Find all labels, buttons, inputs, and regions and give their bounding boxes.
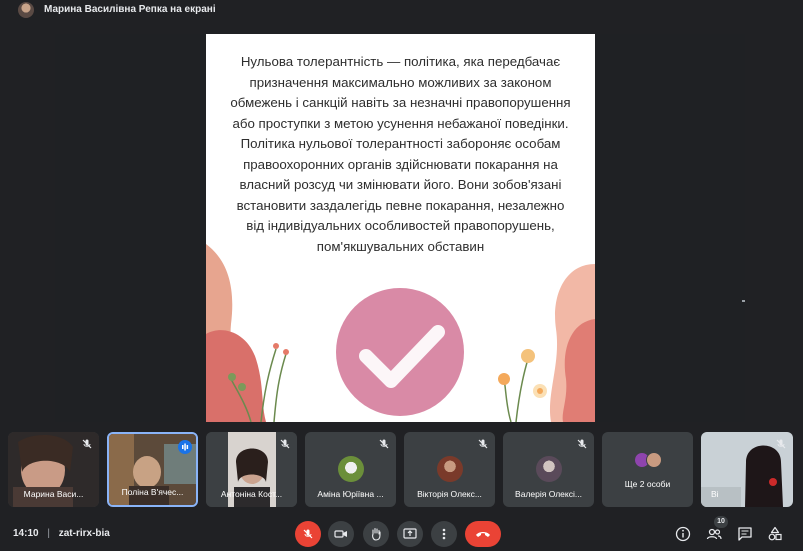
presenter-avatar [18,2,34,18]
participant-tile[interactable]: Марина Васи... [8,432,99,507]
camera-toggle-button[interactable] [328,521,354,547]
participant-avatar [646,452,662,468]
participant-name: Вікторія Олекс... [417,489,482,499]
participant-name: Аміна Юріївна ... [317,489,384,499]
mic-off-icon [577,439,587,449]
mic-off-icon [379,439,389,449]
hang-up-icon [476,532,490,537]
participant-name: Антоніна Кост... [220,489,283,499]
mic-off-icon [303,529,313,539]
more-participants-label: Ще 2 особи [624,479,671,489]
meeting-info: 14:10 | zat-rirx-bia [13,528,110,539]
people-icon[interactable] [706,526,722,542]
participant-name: Марина Васи... [23,489,84,499]
more-options-button[interactable] [431,521,457,547]
more-vert-icon [442,528,446,540]
mic-off-icon [776,439,786,449]
mic-off-icon [280,439,290,449]
mic-off-icon [82,439,92,449]
participant-name: Поліна В'ячес... [121,487,184,497]
slide-decoration [206,244,595,422]
more-participants-tile[interactable]: Ще 2 особи [602,432,693,507]
participant-tile[interactable]: Валерія Олексі... [503,432,594,507]
activities-icon[interactable] [767,526,783,542]
presentation-slide: Нульова толерантність — політика, яка пе… [206,34,595,422]
camera-icon [334,530,347,538]
separator: | [47,528,50,539]
participant-name: Валерія Олексі... [515,489,582,499]
participant-tile[interactable]: Аміна Юріївна ... [305,432,396,507]
participant-name: Ві [711,489,719,499]
participant-tile[interactable]: Вікторія Олекс... [404,432,495,507]
participant-count-badge: 10 [714,516,728,528]
present-icon [403,528,417,539]
raise-hand-button[interactable] [363,521,389,547]
top-bar: Марина Василівна Репка на екрані [0,0,803,22]
participant-avatar [536,456,562,482]
participant-tile[interactable]: Антоніна Кост... [206,432,297,507]
hand-icon [372,527,381,541]
participant-avatar [437,456,463,482]
speaking-indicator-icon [178,440,192,454]
present-now-button[interactable] [397,521,423,547]
meeting-code: zat-rirx-bia [58,528,110,539]
leave-call-button[interactable] [465,521,501,547]
mic-off-icon [478,439,488,449]
mic-toggle-button[interactable] [295,521,321,547]
chat-icon[interactable] [737,526,753,542]
presenting-label: Марина Василівна Репка на екрані [44,4,216,15]
participant-tile[interactable]: Ві [701,432,793,507]
clock-time: 14:10 [13,528,39,539]
stage-indicator [742,300,745,302]
participant-avatar [338,456,364,482]
participant-tile-active[interactable]: Поліна В'ячес... [107,432,198,507]
info-icon[interactable] [675,526,691,542]
